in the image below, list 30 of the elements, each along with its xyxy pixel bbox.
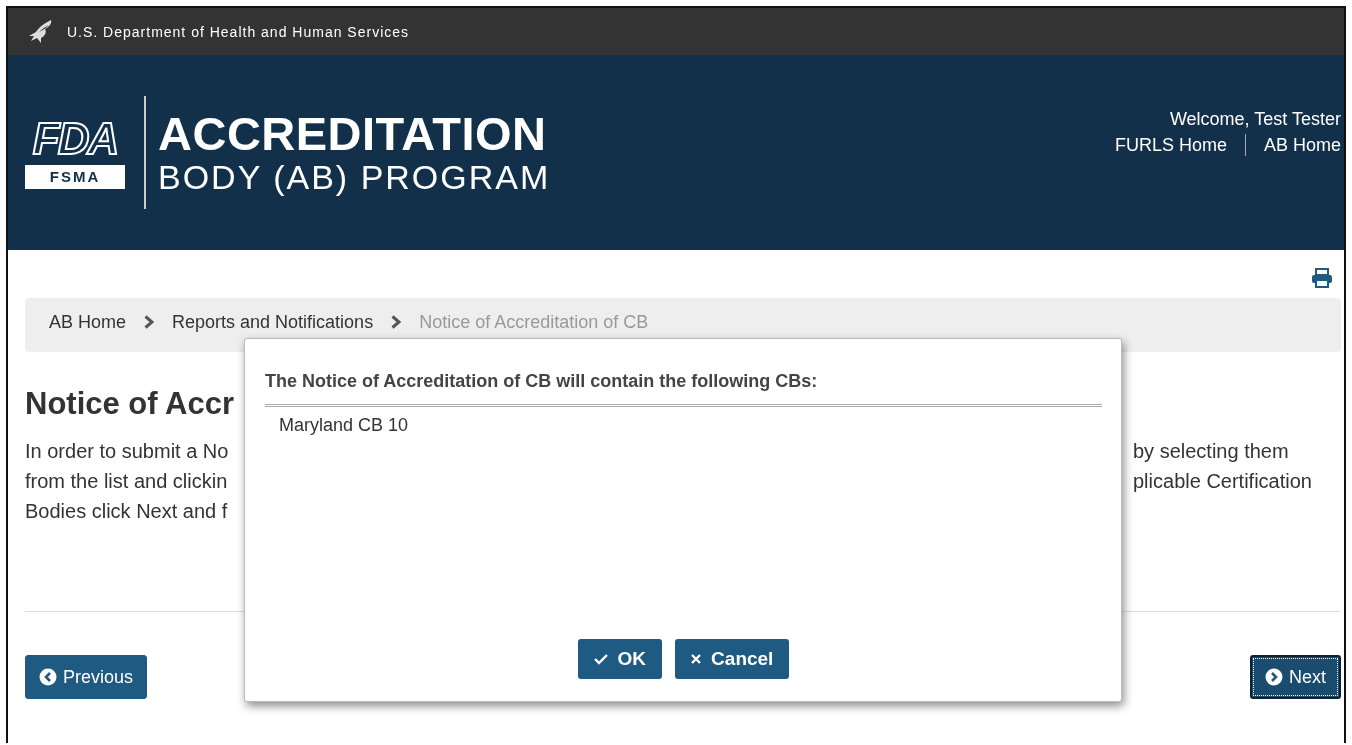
header-link[interactable]: FURLS Home [1114,134,1227,156]
program-subtitle: BODY (AB) PROGRAM [158,157,551,196]
current-page-text: Notice of Accreditation of CB [419,312,649,333]
paragraph-text: from the list and clickin [25,469,229,494]
paragraph-text: Bodies click Next and f [25,499,229,524]
agency-title: U.S. Department of Health and Human Services [67,23,410,40]
fsma-badge: FSMA [25,164,125,189]
breadcrumb-link[interactable]: Reports and Notifications [172,312,374,333]
page-heading: Notice of Accr [25,386,235,422]
close-icon [691,654,702,664]
dialog-title: The Notice of Accreditation of CB will contain the following CBs: [265,371,819,392]
previous-button[interactable]: Previous [25,655,148,699]
welcome-text: Welcome, Test Tester [1169,109,1341,130]
circle-chevron-left-icon [39,668,57,686]
chevron-right-icon [391,315,402,329]
next-button[interactable]: Next [1250,655,1341,699]
list-item: Maryland CB 10 [279,415,410,436]
header-link[interactable]: AB Home [1263,134,1341,156]
program-title: ACCREDITATION [158,109,547,158]
paragraph-text: In order to submit a No [25,439,230,464]
ok-button[interactable]: OK [577,639,663,679]
circle-chevron-right-icon [1265,668,1283,686]
print-icon[interactable] [1311,268,1333,288]
paragraph-text: by selecting them [1133,439,1290,464]
cancel-button[interactable]: Cancel [675,639,790,679]
fda-logo-text: FDA [31,116,119,161]
paragraph-text: plicable Certification [1133,469,1313,494]
checkmark-icon [593,653,608,665]
chevron-right-icon [144,315,155,329]
breadcrumb-link[interactable]: AB Home [49,312,127,333]
